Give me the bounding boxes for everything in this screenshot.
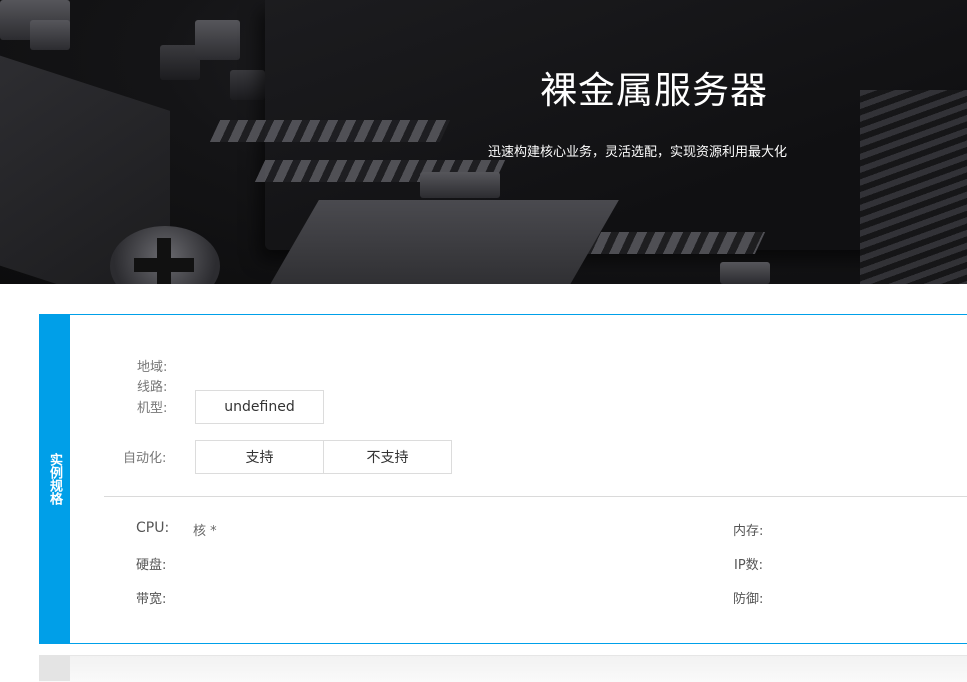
next-config-panel — [39, 655, 967, 682]
line-label: 线路: — [137, 380, 168, 395]
hero-bg-block — [720, 262, 770, 284]
automation-no-support-button[interactable]: 不支持 — [323, 440, 452, 474]
instance-spec-tab-label: 实例规格 — [47, 453, 62, 505]
hero-subtitle: 迅速构建核心业务，灵活选配，实现资源利用最大化 — [488, 145, 788, 160]
ip-count-label: IP数: — [734, 558, 764, 573]
automation-support-button[interactable]: 支持 — [195, 440, 324, 474]
region-label: 地域: — [137, 360, 168, 375]
model-option-button[interactable]: undefined — [195, 390, 324, 424]
hero-banner: 裸金属服务器 迅速构建核心业务，灵活选配，实现资源利用最大化 — [0, 0, 967, 284]
ddos-defense-label: 防御: — [733, 592, 764, 607]
automation-label: 自动化: — [123, 451, 167, 466]
memory-label: 内存: — [733, 524, 764, 539]
hero-bg-block — [195, 20, 240, 60]
disk-label: 硬盘: — [136, 558, 167, 573]
instance-spec-panel — [39, 314, 967, 644]
section-divider — [104, 496, 967, 497]
hero-title: 裸金属服务器 — [540, 69, 768, 112]
bandwidth-label: 带宽: — [136, 592, 167, 607]
hero-chip-pins — [860, 90, 967, 284]
next-config-tab — [39, 655, 70, 681]
model-label: 机型: — [137, 401, 168, 416]
hero-bg-plate — [261, 200, 619, 284]
hero-bg-block — [30, 20, 70, 50]
hero-chip-pins — [209, 120, 451, 142]
hero-bg-block — [160, 45, 200, 80]
hero-bg-block — [420, 172, 500, 198]
hero-bg-block — [230, 70, 265, 100]
cpu-value: 核 * — [193, 524, 217, 539]
instance-spec-tab: 实例规格 — [39, 314, 70, 644]
cpu-label: CPU: — [136, 520, 170, 536]
